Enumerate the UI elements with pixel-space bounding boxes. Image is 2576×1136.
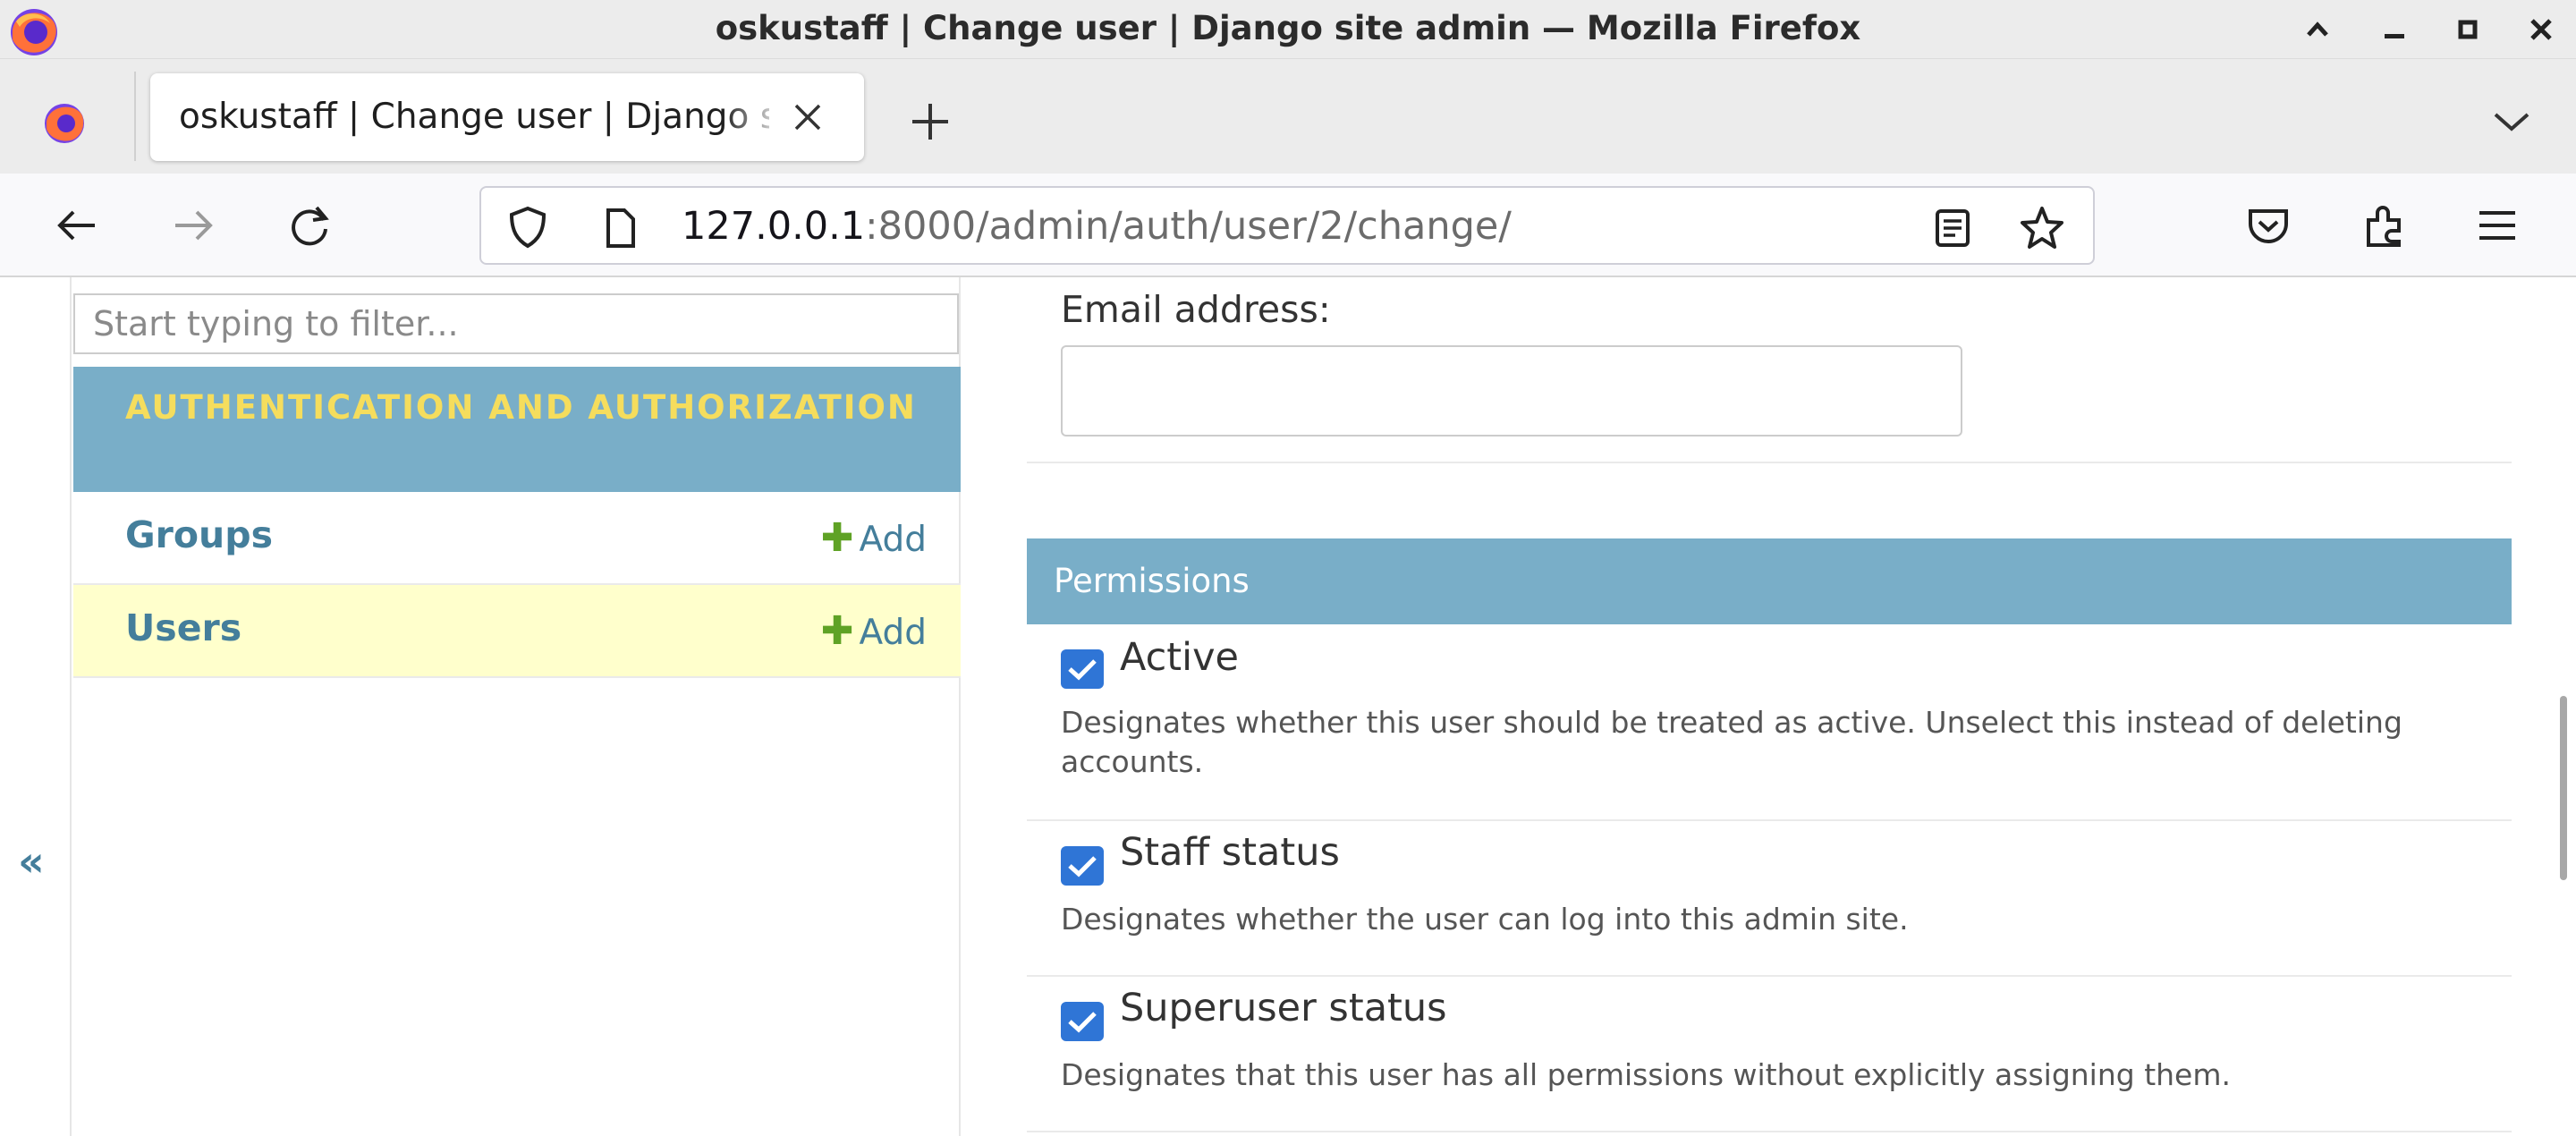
staff-status-label[interactable]: Staff status [1120, 830, 1340, 875]
url-host: 127.0.0.1 [682, 204, 866, 249]
staff-status-help-text: Designates whether the user can log into… [1061, 902, 1909, 937]
staff-status-checkbox[interactable] [1061, 846, 1104, 886]
page-scrollbar[interactable] [2560, 696, 2567, 880]
app-caption-auth[interactable]: AUTHENTICATION AND AUTHORIZATION [73, 367, 961, 492]
email-field[interactable] [1061, 345, 1962, 437]
forward-arrow-icon[interactable] [165, 197, 222, 254]
chevron-down-icon[interactable] [2487, 97, 2537, 147]
admin-page: « AUTHENTICATION AND AUTHORIZATION Group… [0, 277, 2576, 1136]
email-label: Email address: [1061, 288, 1331, 331]
active-checkbox[interactable] [1061, 649, 1104, 689]
tab-title-fade [723, 82, 785, 152]
page-icon[interactable] [597, 206, 642, 250]
nav-sidebar: AUTHENTICATION AND AUTHORIZATION Groups … [72, 277, 961, 1136]
permissions-header: Permissions [1027, 538, 2512, 624]
navigation-toolbar: 127.0.0.1:8000/admin/auth/user/2/change/ [0, 174, 2576, 277]
superuser-status-checkbox[interactable] [1061, 1002, 1104, 1041]
pocket-icon[interactable] [2240, 197, 2297, 254]
add-users-button[interactable]: ✚ Add [821, 608, 927, 654]
reload-icon[interactable] [281, 197, 338, 254]
active-help-text: Designates whether this user should be t… [1061, 705, 2402, 779]
active-label[interactable]: Active [1120, 635, 1239, 680]
firefox-view-icon[interactable] [36, 98, 93, 147]
add-groups-label: Add [859, 520, 927, 560]
window-titlebar: oskustaff | Change user | Django site ad… [0, 0, 2576, 59]
superuser-status-label[interactable]: Superuser status [1120, 986, 1447, 1030]
change-form: Email address: Permissions Active Design… [1027, 277, 2512, 1136]
nav-filter-input[interactable] [73, 293, 959, 354]
model-link-groups[interactable]: Groups [125, 513, 273, 556]
tab-separator [134, 72, 136, 161]
add-groups-button[interactable]: ✚ Add [821, 515, 927, 561]
add-users-label: Add [859, 613, 927, 653]
tab-active[interactable]: oskustaff | Change user | Django site ad… [150, 73, 864, 161]
tab-title: oskustaff | Change user | Django site ad… [179, 97, 769, 137]
superuser-status-help-text: Designates that this user has all permis… [1061, 1057, 2231, 1092]
tab-strip: oskustaff | Change user | Django site ad… [0, 59, 2576, 174]
collapse-sidebar-icon[interactable]: « [18, 837, 45, 886]
field-active: Active Designates whether this user shou… [1027, 624, 2512, 823]
url-text[interactable]: 127.0.0.1:8000/admin/auth/user/2/change/ [682, 204, 1512, 249]
close-icon[interactable] [787, 97, 828, 138]
extensions-icon[interactable] [2356, 197, 2413, 254]
reader-view-icon[interactable] [1930, 206, 1975, 250]
sidebar-item-groups: Groups ✚ Add [73, 492, 961, 585]
chevron-up-icon[interactable] [2295, 7, 2340, 52]
hamburger-menu-icon[interactable] [2469, 197, 2526, 254]
close-icon[interactable] [2519, 7, 2563, 52]
divider [1027, 462, 2512, 463]
window-title: oskustaff | Change user | Django site ad… [715, 9, 1861, 47]
nav-sidebar-toggle[interactable]: « [0, 277, 72, 1136]
bookmark-star-icon[interactable] [2018, 204, 2066, 252]
url-bar[interactable]: 127.0.0.1:8000/admin/auth/user/2/change/ [479, 186, 2095, 265]
url-path: :8000/admin/auth/user/2/change/ [865, 204, 1512, 249]
plus-icon: ✚ [820, 608, 854, 654]
model-link-users[interactable]: Users [125, 606, 242, 649]
field-superuser-status: Superuser status Designates that this us… [1027, 977, 2512, 1136]
divider [1027, 1131, 2512, 1132]
minimize-icon[interactable] [2372, 7, 2417, 52]
plus-icon[interactable] [903, 95, 957, 148]
shield-icon[interactable] [504, 204, 551, 250]
maximize-icon[interactable] [2445, 7, 2490, 52]
back-arrow-icon[interactable] [48, 197, 106, 254]
sidebar-item-users: Users ✚ Add [73, 585, 961, 678]
plus-icon: ✚ [820, 515, 854, 561]
field-staff-status: Staff status Designates whether the user… [1027, 821, 2512, 975]
